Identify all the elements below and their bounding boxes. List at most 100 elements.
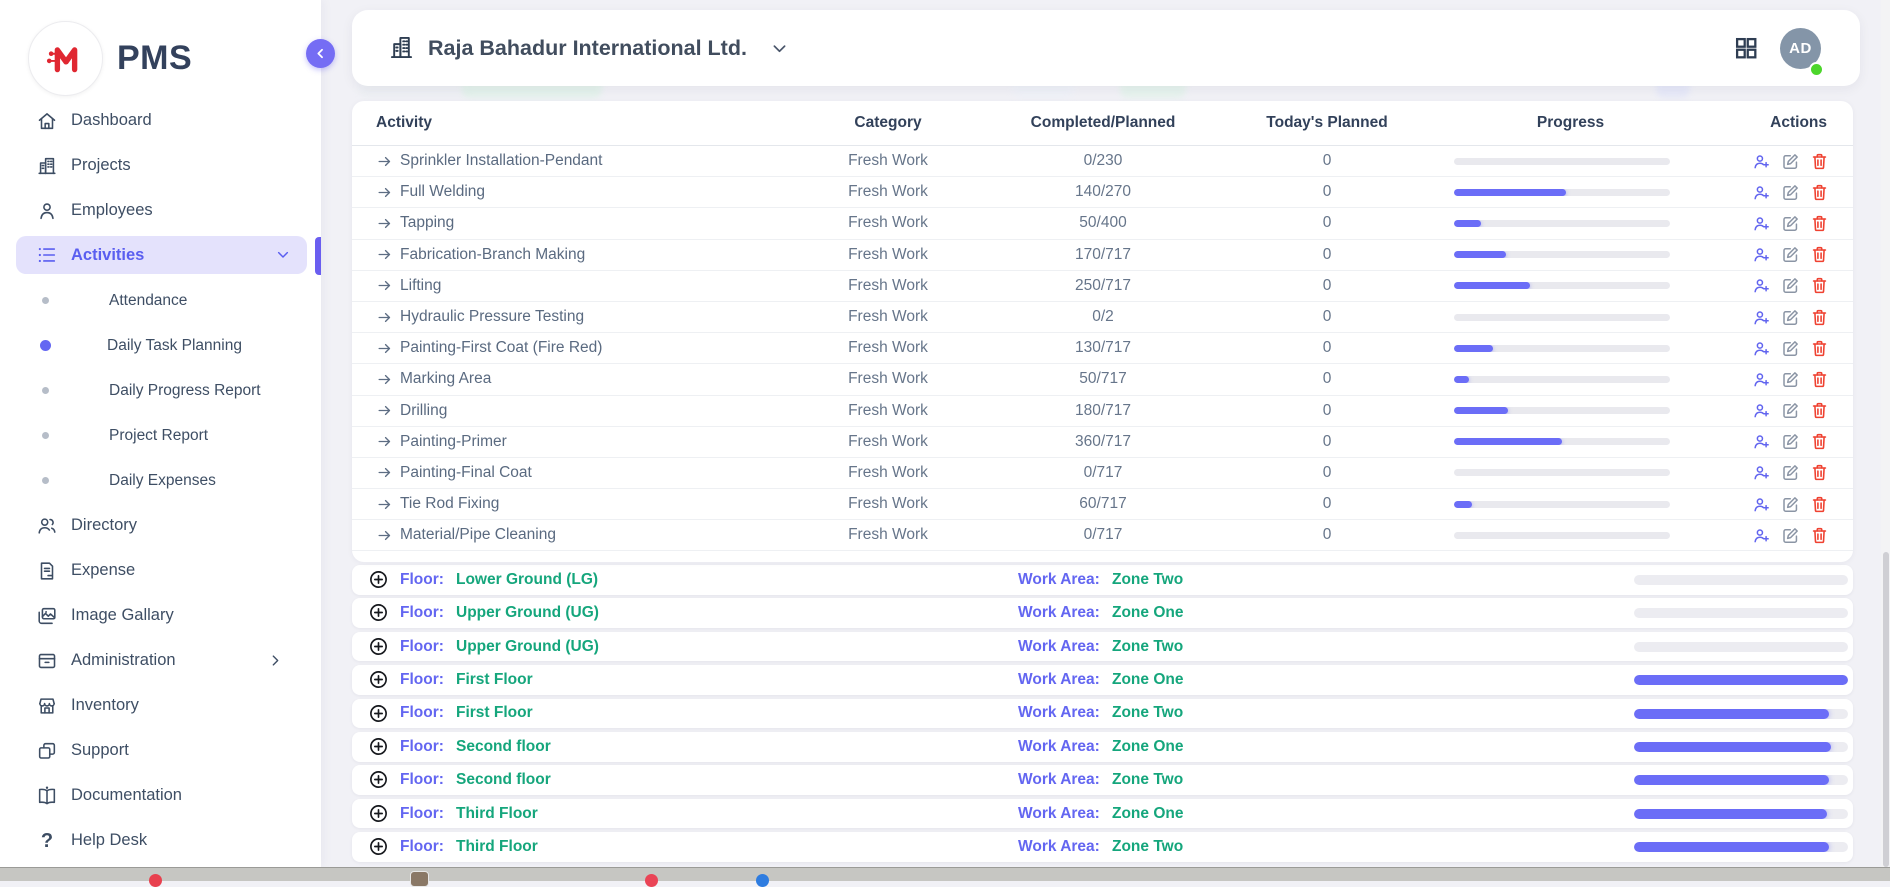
- assign-user-button[interactable]: [1752, 245, 1771, 264]
- activity-row-marking-area[interactable]: Marking AreaFresh Work50/7170: [352, 364, 1853, 395]
- delete-button[interactable]: [1810, 339, 1829, 358]
- todays-planned-value: 0: [1202, 339, 1452, 357]
- edit-button[interactable]: [1781, 401, 1800, 420]
- edit-button[interactable]: [1781, 152, 1800, 171]
- sidebar-item-activities[interactable]: Activities: [16, 236, 307, 274]
- expand-plus-icon[interactable]: [368, 803, 389, 824]
- delete-button[interactable]: [1810, 308, 1829, 327]
- floor-row-first-floor-zone-one[interactable]: Floor:First FloorWork Area:Zone One: [352, 665, 1853, 695]
- expand-plus-icon[interactable]: [368, 703, 389, 724]
- table-body: Sprinkler Installation-PendantFresh Work…: [352, 146, 1853, 551]
- delete-button[interactable]: [1810, 214, 1829, 233]
- delete-button[interactable]: [1810, 276, 1829, 295]
- sidebar-item-documentation[interactable]: Documentation: [0, 773, 321, 818]
- floor-row-lower-ground-lg-zone-two[interactable]: Floor:Lower Ground (LG)Work Area:Zone Tw…: [352, 565, 1853, 595]
- activity-row-full-welding[interactable]: Full WeldingFresh Work140/2700: [352, 177, 1853, 208]
- sidebar-item-projects[interactable]: Projects: [0, 143, 321, 188]
- sidebar-subitem-daily-progress-report[interactable]: Daily Progress Report: [0, 368, 321, 413]
- expand-plus-icon[interactable]: [368, 836, 389, 857]
- activity-row-sprinkler-installation-pendant[interactable]: Sprinkler Installation-PendantFresh Work…: [352, 146, 1853, 177]
- taskbar-app-photo-icon[interactable]: [410, 871, 429, 887]
- assign-user-button[interactable]: [1752, 183, 1771, 202]
- sidebar-subitem-attendance[interactable]: Attendance: [0, 278, 321, 323]
- edit-button[interactable]: [1781, 308, 1800, 327]
- sidebar-item-inventory[interactable]: Inventory: [0, 683, 321, 728]
- assign-user-button[interactable]: [1752, 432, 1771, 451]
- sidebar-item-expense[interactable]: Expense: [0, 548, 321, 593]
- floor-row-upper-ground-ug-zone-two[interactable]: Floor:Upper Ground (UG)Work Area:Zone Tw…: [352, 632, 1853, 662]
- assign-user-button[interactable]: [1752, 526, 1771, 545]
- delete-button[interactable]: [1810, 432, 1829, 451]
- activity-row-painting-final-coat[interactable]: Painting-Final CoatFresh Work0/7170: [352, 458, 1853, 489]
- delete-button[interactable]: [1810, 183, 1829, 202]
- expand-plus-icon[interactable]: [368, 769, 389, 790]
- activity-row-painting-first-coat-fire-red[interactable]: Painting-First Coat (Fire Red)Fresh Work…: [352, 333, 1853, 364]
- activity-row-fabrication-branch-making[interactable]: Fabrication-Branch MakingFresh Work170/7…: [352, 240, 1853, 271]
- delete-button[interactable]: [1810, 495, 1829, 514]
- edit-button[interactable]: [1781, 526, 1800, 545]
- assign-user-button[interactable]: [1752, 463, 1771, 482]
- sidebar-item-dashboard[interactable]: Dashboard: [0, 98, 321, 143]
- taskbar-app-blue-icon[interactable]: [756, 874, 769, 887]
- assign-user-button[interactable]: [1752, 308, 1771, 327]
- sidebar-item-employees[interactable]: Employees: [0, 188, 321, 233]
- sidebar-item-administration[interactable]: Administration: [0, 638, 321, 683]
- sidebar-item-directory[interactable]: Directory: [0, 503, 321, 548]
- floor-row-upper-ground-ug-zone-one[interactable]: Floor:Upper Ground (UG)Work Area:Zone On…: [352, 598, 1853, 628]
- floor-row-second-floor-zone-one[interactable]: Floor:Second floorWork Area:Zone One: [352, 732, 1853, 762]
- arrow-right-icon: [376, 277, 393, 294]
- delete-button[interactable]: [1810, 463, 1829, 482]
- sidebar-item-support[interactable]: Support: [0, 728, 321, 773]
- chevron-down-icon[interactable]: [770, 39, 789, 58]
- assign-user-button[interactable]: [1752, 276, 1771, 295]
- expand-plus-icon[interactable]: [368, 636, 389, 657]
- floor-row-first-floor-zone-two[interactable]: Floor:First FloorWork Area:Zone Two: [352, 699, 1853, 729]
- vertical-scrollbar[interactable]: [1881, 0, 1890, 867]
- edit-button[interactable]: [1781, 183, 1800, 202]
- company-selector[interactable]: Raja Bahadur International Ltd.: [428, 10, 747, 86]
- floor-row-third-floor-zone-one[interactable]: Floor:Third FloorWork Area:Zone One: [352, 799, 1853, 829]
- taskbar-app-red-2-icon[interactable]: [645, 874, 658, 887]
- sidebar-subitem-daily-task-planning[interactable]: Daily Task Planning: [0, 323, 321, 368]
- assign-user-button[interactable]: [1752, 152, 1771, 171]
- edit-button[interactable]: [1781, 276, 1800, 295]
- assign-user-button[interactable]: [1752, 370, 1771, 389]
- assign-user-button[interactable]: [1752, 339, 1771, 358]
- edit-button[interactable]: [1781, 495, 1800, 514]
- delete-button[interactable]: [1810, 526, 1829, 545]
- activity-row-tie-rod-fixing[interactable]: Tie Rod FixingFresh Work60/7170: [352, 489, 1853, 520]
- assign-user-button[interactable]: [1752, 401, 1771, 420]
- activity-row-tapping[interactable]: TappingFresh Work50/4000: [352, 208, 1853, 239]
- edit-button[interactable]: [1781, 245, 1800, 264]
- expand-plus-icon[interactable]: [368, 569, 389, 590]
- sidebar-subitem-project-report[interactable]: Project Report: [0, 413, 321, 458]
- delete-button[interactable]: [1810, 245, 1829, 264]
- delete-button[interactable]: [1810, 152, 1829, 171]
- edit-button[interactable]: [1781, 463, 1800, 482]
- expand-plus-icon[interactable]: [368, 602, 389, 623]
- edit-button[interactable]: [1781, 214, 1800, 233]
- sidebar-collapse-button[interactable]: [306, 39, 335, 68]
- sidebar-item-help-desk[interactable]: ?Help Desk: [0, 818, 321, 863]
- taskbar-app-red-icon[interactable]: [149, 874, 162, 887]
- delete-button[interactable]: [1810, 370, 1829, 389]
- expand-plus-icon[interactable]: [368, 736, 389, 757]
- activity-row-material-pipe-cleaning[interactable]: Material/Pipe CleaningFresh Work0/7170: [352, 520, 1853, 551]
- scrollbar-thumb[interactable]: [1883, 552, 1889, 867]
- floor-row-third-floor-zone-two[interactable]: Floor:Third FloorWork Area:Zone Two: [352, 832, 1853, 862]
- delete-button[interactable]: [1810, 401, 1829, 420]
- edit-button[interactable]: [1781, 370, 1800, 389]
- activity-row-hydraulic-pressure-testing[interactable]: Hydraulic Pressure TestingFresh Work0/20: [352, 302, 1853, 333]
- apps-grid-button[interactable]: [1733, 35, 1759, 61]
- floor-row-second-floor-zone-two[interactable]: Floor:Second floorWork Area:Zone Two: [352, 765, 1853, 795]
- expand-plus-icon[interactable]: [368, 669, 389, 690]
- edit-button[interactable]: [1781, 339, 1800, 358]
- activity-row-lifting[interactable]: LiftingFresh Work250/7170: [352, 271, 1853, 302]
- assign-user-button[interactable]: [1752, 214, 1771, 233]
- activity-row-painting-primer[interactable]: Painting-PrimerFresh Work360/7170: [352, 427, 1853, 458]
- sidebar-item-image-gallary[interactable]: Image Gallary: [0, 593, 321, 638]
- sidebar-subitem-daily-expenses[interactable]: Daily Expenses: [0, 458, 321, 503]
- activity-row-drilling[interactable]: DrillingFresh Work180/7170: [352, 396, 1853, 427]
- assign-user-button[interactable]: [1752, 495, 1771, 514]
- edit-button[interactable]: [1781, 432, 1800, 451]
